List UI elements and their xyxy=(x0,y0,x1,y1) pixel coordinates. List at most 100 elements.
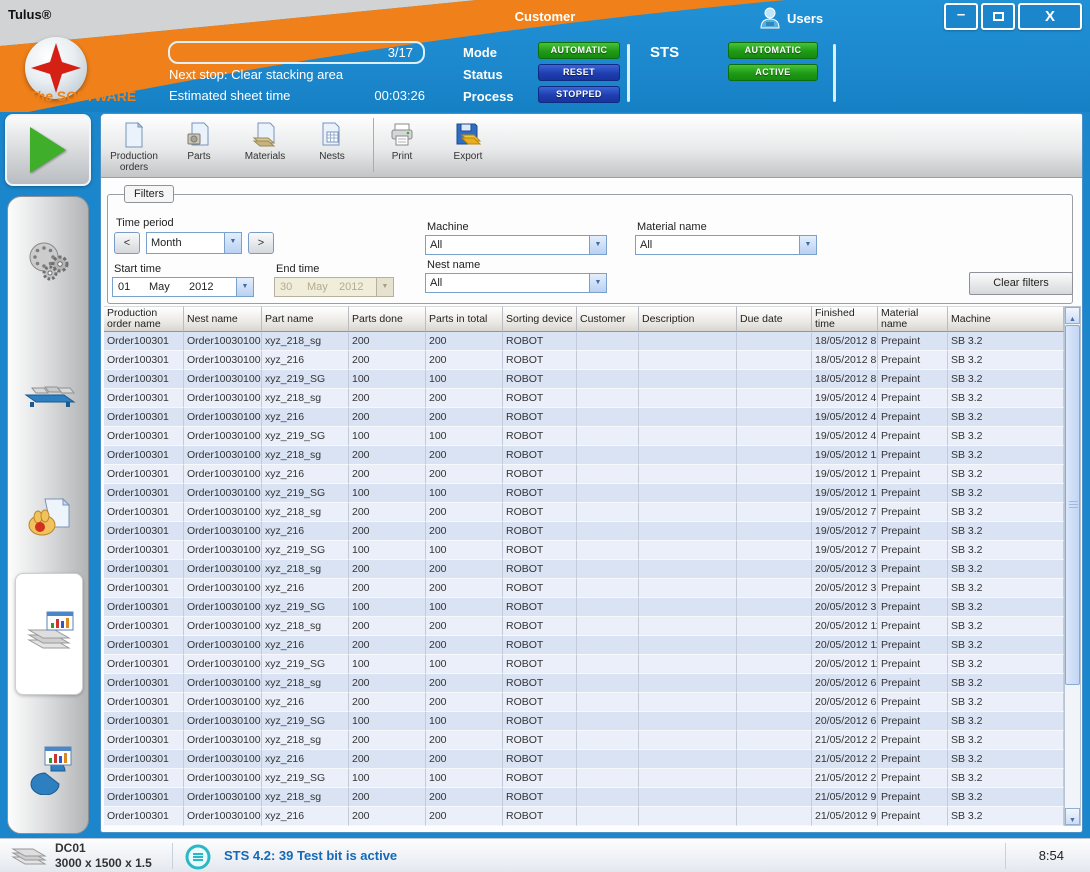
toolbar-materials[interactable]: Materials xyxy=(232,120,298,162)
toolbar-nests[interactable]: Nests xyxy=(299,120,365,162)
table-row[interactable]: Order100301Order100301001xyz_219_SG10010… xyxy=(104,484,1064,503)
table-row[interactable]: Order100301Order100301001xyz_218_sg20020… xyxy=(104,560,1064,579)
message-list-icon[interactable] xyxy=(185,844,211,870)
clear-filters-button[interactable]: Clear filters xyxy=(969,272,1073,295)
process-indicator[interactable]: STOPPED xyxy=(538,86,620,103)
table-cell: Prepaint xyxy=(878,731,948,750)
sidebar-item-statistics[interactable] xyxy=(8,745,90,795)
column-header-customer[interactable]: Customer xyxy=(577,306,639,332)
sidebar-item-reports-selected[interactable] xyxy=(15,573,83,695)
next-period-button[interactable]: > xyxy=(248,232,274,254)
sts-active-indicator[interactable]: ACTIVE xyxy=(728,64,818,81)
column-header-finished-time[interactable]: Finished time xyxy=(812,306,878,332)
table-cell: Order100301001 xyxy=(184,446,262,465)
table-cell: Order100301 xyxy=(104,655,184,674)
table-cell xyxy=(577,579,639,598)
table-row[interactable]: Order100301Order100301001xyz_216200200RO… xyxy=(104,750,1064,769)
table-row[interactable]: Order100301Order100301001xyz_218_sg20020… xyxy=(104,332,1064,351)
toolbar-parts[interactable]: Parts xyxy=(166,120,232,162)
time-period-select[interactable]: Month ▼ xyxy=(146,232,242,254)
maximize-button[interactable] xyxy=(981,3,1015,30)
table-cell xyxy=(639,389,737,408)
table-row[interactable]: Order100301Order100301001xyz_216200200RO… xyxy=(104,807,1064,826)
scroll-up-button[interactable]: ▲ xyxy=(1065,307,1080,324)
table-row[interactable]: Order100301Order100301001xyz_216200200RO… xyxy=(104,351,1064,370)
sts-mode-indicator[interactable]: AUTOMATIC xyxy=(728,42,818,59)
table-row[interactable]: Order100301Order100301001xyz_216200200RO… xyxy=(104,579,1064,598)
table-cell: SB 3.2 xyxy=(948,655,1064,674)
table-row[interactable]: Order100301Order100301001xyz_216200200RO… xyxy=(104,636,1064,655)
table-row[interactable]: Order100301Order100301001xyz_216200200RO… xyxy=(104,522,1064,541)
scrollbar-thumb[interactable] xyxy=(1065,325,1080,685)
table-row[interactable]: Order100301Order100301001xyz_216200200RO… xyxy=(104,465,1064,484)
table-cell: 200 xyxy=(349,465,426,484)
prev-period-button[interactable]: < xyxy=(114,232,140,254)
table-cell: SB 3.2 xyxy=(948,465,1064,484)
turret-tooling-icon xyxy=(25,239,73,285)
table-row[interactable]: Order100301Order100301001xyz_219_SG10010… xyxy=(104,712,1064,731)
column-header-material-name[interactable]: Material name xyxy=(878,306,948,332)
close-button[interactable]: X xyxy=(1018,3,1082,30)
minimize-button[interactable]: – xyxy=(944,3,978,30)
sidebar-item-part-handling[interactable] xyxy=(8,495,90,543)
table-row[interactable]: Order100301Order100301001xyz_219_SG10010… xyxy=(104,427,1064,446)
dropdown-button[interactable]: ▼ xyxy=(589,236,606,254)
nest-filter-label: Nest name xyxy=(427,259,480,271)
column-header-nest-name[interactable]: Nest name xyxy=(184,306,262,332)
table-cell xyxy=(737,484,812,503)
column-header-description[interactable]: Description xyxy=(639,306,737,332)
brand-tagline: TheSOFTWARE xyxy=(28,88,136,104)
vertical-scrollbar[interactable]: ▲ ▼ xyxy=(1064,306,1081,826)
column-header-part-name[interactable]: Part name xyxy=(262,306,349,332)
dropdown-button[interactable]: ▼ xyxy=(236,278,253,296)
table-row[interactable]: Order100301Order100301001xyz_219_SG10010… xyxy=(104,541,1064,560)
table-cell: xyz_219_SG xyxy=(262,541,349,560)
table-cell: Order100301001 xyxy=(184,674,262,693)
dropdown-button: ▼ xyxy=(376,278,393,296)
table-row[interactable]: Order100301Order100301001xyz_219_SG10010… xyxy=(104,769,1064,788)
dropdown-button[interactable]: ▼ xyxy=(589,274,606,292)
table-row[interactable]: Order100301Order100301001xyz_219_SG10010… xyxy=(104,370,1064,389)
column-header-production-order-name[interactable]: Production order name xyxy=(104,306,184,332)
toolbar-print[interactable]: Print xyxy=(369,120,435,162)
table-row[interactable]: Order100301Order100301001xyz_218_sg20020… xyxy=(104,446,1064,465)
mode-indicator[interactable]: AUTOMATIC xyxy=(538,42,620,59)
table-row[interactable]: Order100301Order100301001xyz_218_sg20020… xyxy=(104,617,1064,636)
table-cell: Order100301001 xyxy=(184,370,262,389)
table-row[interactable]: Order100301Order100301001xyz_216200200RO… xyxy=(104,693,1064,712)
table-row[interactable]: Order100301Order100301001xyz_216200200RO… xyxy=(104,408,1064,427)
table-row[interactable]: Order100301Order100301001xyz_218_sg20020… xyxy=(104,788,1064,807)
start-time-select[interactable]: 01 May 2012 ▼ xyxy=(112,277,254,297)
table-row[interactable]: Order100301Order100301001xyz_218_sg20020… xyxy=(104,674,1064,693)
users-menu[interactable]: Users xyxy=(760,6,823,30)
table-cell: 19/05/2012 7:44 xyxy=(812,522,878,541)
column-header-due-date[interactable]: Due date xyxy=(737,306,812,332)
table-row[interactable]: Order100301Order100301001xyz_219_SG10010… xyxy=(104,598,1064,617)
start-machine-button[interactable] xyxy=(5,114,91,186)
toolbar-production-orders[interactable]: Production orders xyxy=(101,120,167,173)
table-cell: Order100301 xyxy=(104,541,184,560)
sidebar-item-tooling[interactable] xyxy=(8,239,90,285)
scroll-down-button[interactable]: ▼ xyxy=(1065,808,1080,825)
column-header-parts-in-total[interactable]: Parts in total xyxy=(426,306,503,332)
dropdown-button[interactable]: ▼ xyxy=(224,233,241,253)
start-time-label: Start time xyxy=(114,263,161,275)
sidebar-item-sheet-loading[interactable] xyxy=(8,375,90,409)
table-cell: xyz_218_sg xyxy=(262,389,349,408)
material-filter-select[interactable]: All ▼ xyxy=(635,235,817,255)
table-row[interactable]: Order100301Order100301001xyz_218_sg20020… xyxy=(104,389,1064,408)
table-row[interactable]: Order100301Order100301001xyz_218_sg20020… xyxy=(104,503,1064,522)
machine-filter-select[interactable]: All ▼ xyxy=(425,235,607,255)
table-cell: xyz_216 xyxy=(262,522,349,541)
table-row[interactable]: Order100301Order100301001xyz_218_sg20020… xyxy=(104,731,1064,750)
table-cell: Order100301 xyxy=(104,750,184,769)
status-indicator[interactable]: RESET xyxy=(538,64,620,81)
toolbar-export[interactable]: Export xyxy=(435,120,501,162)
nest-filter-select[interactable]: All ▼ xyxy=(425,273,607,293)
table-cell: Order100301 xyxy=(104,560,184,579)
column-header-sorting-device[interactable]: Sorting device xyxy=(503,306,577,332)
column-header-parts-done[interactable]: Parts done xyxy=(349,306,426,332)
dropdown-button[interactable]: ▼ xyxy=(799,236,816,254)
column-header-machine[interactable]: Machine xyxy=(948,306,1064,332)
table-row[interactable]: Order100301Order100301001xyz_219_SG10010… xyxy=(104,655,1064,674)
